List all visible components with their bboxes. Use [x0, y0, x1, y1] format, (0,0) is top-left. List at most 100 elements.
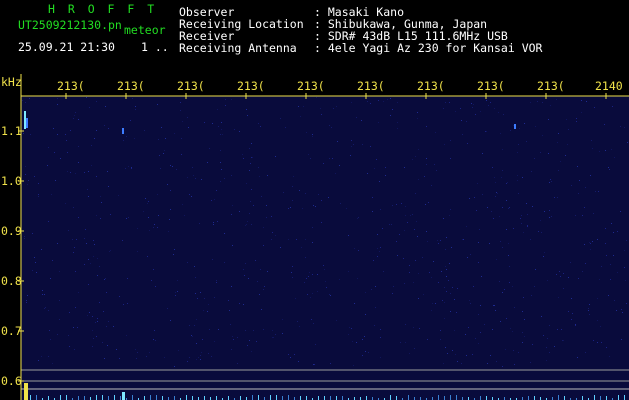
noise-speckle	[565, 155, 566, 156]
noise-speckle	[48, 221, 49, 222]
noise-speckle	[462, 239, 463, 240]
noise-speckle	[220, 181, 221, 182]
noise-speckle	[195, 178, 196, 179]
noise-speckle	[88, 259, 89, 260]
noise-speckle	[577, 357, 578, 358]
noise-speckle	[377, 248, 378, 249]
noise-speckle	[346, 208, 347, 209]
noise-speckle	[149, 352, 150, 353]
noise-speckle	[612, 106, 613, 107]
noise-speckle	[578, 278, 579, 279]
noise-speckle	[463, 239, 464, 240]
noise-speckle	[191, 335, 192, 336]
noise-speckle	[74, 247, 75, 248]
noise-speckle	[387, 99, 388, 100]
meteor-echo-trace	[122, 128, 124, 134]
noise-speckle	[325, 281, 326, 282]
noise-speckle	[23, 133, 24, 134]
noise-speckle	[358, 217, 359, 218]
noise-speckle	[220, 150, 221, 151]
meteor-echo-trace	[24, 111, 26, 129]
noise-speckle	[440, 330, 441, 331]
noise-speckle	[433, 261, 434, 262]
noise-speckle	[532, 344, 533, 345]
noise-speckle	[174, 133, 175, 134]
noise-speckle	[103, 311, 104, 312]
noise-speckle	[87, 189, 88, 190]
noise-speckle	[494, 177, 495, 178]
noise-speckle	[48, 147, 49, 148]
signal-tick	[174, 396, 175, 400]
noise-speckle	[323, 163, 324, 164]
noise-speckle	[249, 170, 250, 171]
noise-speckle	[255, 260, 256, 261]
noise-speckle	[447, 353, 448, 354]
noise-speckle	[243, 269, 244, 270]
noise-speckle	[393, 286, 394, 287]
noise-speckle	[389, 224, 390, 225]
noise-speckle	[446, 237, 447, 238]
noise-speckle	[476, 210, 477, 211]
noise-speckle	[204, 122, 205, 123]
noise-speckle	[599, 151, 600, 152]
noise-speckle	[589, 242, 590, 243]
noise-speckle	[461, 120, 462, 121]
signal-tick	[132, 395, 133, 400]
noise-speckle	[478, 314, 479, 315]
noise-speckle	[520, 218, 521, 219]
noise-speckle	[251, 143, 252, 144]
signal-tick	[156, 395, 157, 400]
noise-speckle	[550, 179, 551, 180]
signal-tick	[564, 396, 565, 400]
noise-speckle	[540, 152, 541, 153]
noise-speckle	[88, 196, 89, 197]
noise-speckle	[405, 215, 406, 216]
signal-tick	[606, 396, 607, 400]
noise-speckle	[296, 239, 297, 240]
noise-speckle	[204, 298, 205, 299]
noise-speckle	[589, 304, 590, 305]
noise-speckle	[450, 140, 451, 141]
noise-speckle	[211, 356, 212, 357]
noise-speckle	[194, 266, 195, 267]
noise-speckle	[221, 122, 222, 123]
signal-tick	[396, 396, 397, 400]
noise-speckle	[157, 194, 158, 195]
noise-speckle	[168, 231, 169, 232]
noise-speckle	[423, 294, 424, 295]
noise-speckle	[320, 108, 321, 109]
noise-speckle	[78, 292, 79, 293]
noise-speckle	[548, 153, 549, 154]
noise-speckle	[89, 312, 90, 313]
noise-speckle	[531, 295, 532, 296]
signal-tick	[192, 396, 193, 400]
noise-speckle	[443, 363, 444, 364]
signal-tick	[258, 395, 259, 400]
noise-speckle	[84, 238, 85, 239]
signal-tick	[300, 396, 301, 400]
noise-speckle	[605, 150, 606, 151]
noise-speckle	[627, 142, 628, 143]
noise-speckle	[195, 277, 196, 278]
noise-speckle	[307, 294, 308, 295]
noise-speckle	[434, 164, 435, 165]
noise-speckle	[499, 216, 500, 217]
noise-speckle	[378, 100, 379, 101]
noise-speckle	[280, 118, 281, 119]
noise-speckle	[170, 209, 171, 210]
noise-speckle	[312, 227, 313, 228]
noise-speckle	[207, 162, 208, 163]
noise-speckle	[484, 324, 485, 325]
noise-speckle	[466, 121, 467, 122]
noise-speckle	[153, 269, 154, 270]
noise-speckle	[444, 144, 445, 145]
noise-speckle	[299, 326, 300, 327]
noise-speckle	[493, 305, 494, 306]
noise-speckle	[127, 278, 128, 279]
noise-speckle	[44, 308, 45, 309]
noise-speckle	[232, 205, 233, 206]
noise-speckle	[544, 252, 545, 253]
noise-speckle	[126, 136, 127, 137]
noise-speckle	[93, 338, 94, 339]
meteor-echo-trace	[26, 118, 28, 128]
